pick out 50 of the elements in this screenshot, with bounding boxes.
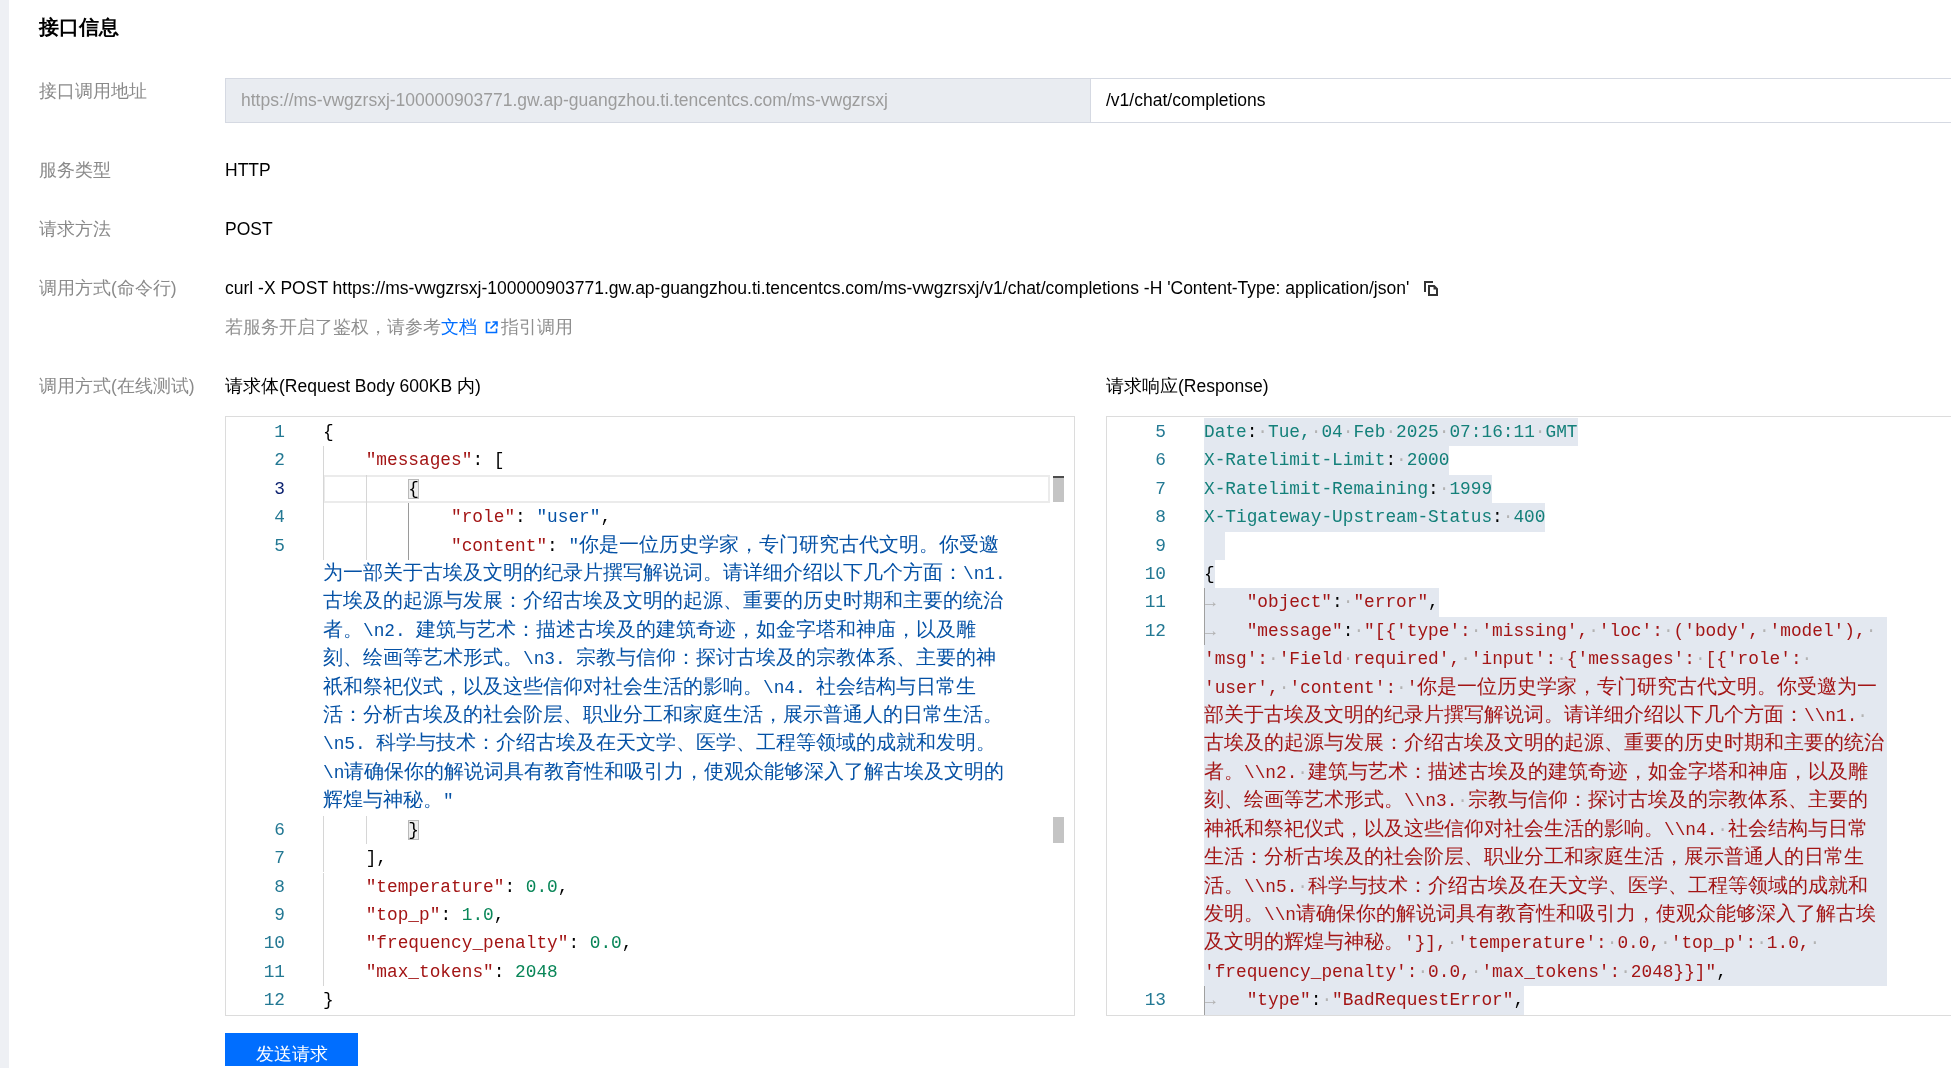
section-title: 接口信息 — [39, 16, 119, 38]
line-number: 3 — [274, 478, 285, 499]
line-number: 12 — [1144, 620, 1166, 641]
code-line: "max_tokens": 2048 — [365, 960, 558, 984]
line-number: 6 — [1155, 450, 1166, 471]
code-line: ], — [365, 847, 387, 871]
field-label: 调用方式(在线测试) — [39, 376, 195, 396]
field-label: 请求方法 — [39, 219, 111, 239]
send-request-button[interactable]: 发送请求 — [225, 1033, 358, 1066]
line-number: 12 — [263, 990, 285, 1011]
code-line: { — [323, 421, 334, 444]
copy-icon[interactable] — [1423, 279, 1440, 297]
code-line: "temperature": 0.0, — [365, 875, 569, 899]
external-link-icon[interactable] — [485, 321, 498, 334]
line-number: 8 — [1155, 507, 1166, 528]
code-line: "content": "你是一位历史学家，专门研究古代文明。你受邀为一部关于古埃及文明的纪录片撰写解说词。请详细介绍以下几个方面：\n1. 古埃及的起源与发展：介绍古埃及文明的起源、重要的历史时期和主要的统治者。\n2. 建筑与艺术：描述古埃及的建筑奇迹，如金字塔和神庙，以及雕刻、绘画等艺术形式。\n3. 宗教与信仰：探讨古埃及的宗教体系、主要的神祇和祭祀仪式，以及这些信仰对社会生活的影响。\n4. 社会结构与日常生活：分析古埃及的社会阶层、职业分工和家庭生活，展示普通人的日常生活。\n5. 科学与技术：介绍古埃及在天文学、医学、工程等领域的成就和发明。\n请确保你的解说词具有教育性和吸引力，使观众能够深入了解古埃及文明的辉煌与神秘。" — [323, 531, 1006, 814]
line-number: 8 — [274, 876, 285, 897]
docs-link[interactable]: 文档 — [441, 317, 477, 337]
path-field[interactable]: /v1/chat/completions — [1091, 78, 1951, 123]
line-number: 9 — [274, 904, 285, 925]
request-body-editor[interactable] — [225, 416, 1075, 1016]
field-value: HTTP — [225, 159, 271, 182]
line-number: 6 — [274, 819, 285, 840]
response-title: 请求响应(Response) — [1106, 375, 1269, 398]
line-number: 10 — [1144, 564, 1166, 585]
line-number: 11 — [1144, 592, 1166, 613]
line-number: 7 — [1155, 478, 1166, 499]
line-number: 11 — [263, 961, 285, 982]
base-url-field: https://ms-vwgzrsxj-100000903771.gw.ap-guangzhou.ti.tencentcs.com/ms-vwgzrsxj — [225, 78, 1091, 123]
field-label: 接口调用地址 — [39, 81, 147, 101]
field-value: POST — [225, 218, 273, 241]
line-number: 7 — [274, 848, 285, 869]
line-number: 13 — [1144, 990, 1166, 1011]
auth-hint: 若服务开启了鉴权，请参考文档 指引调用 — [225, 316, 573, 339]
line-number: 9 — [1155, 535, 1166, 556]
code-line: "messages": [ — [365, 449, 505, 473]
line-number: 5 — [1155, 422, 1166, 442]
code-line: } — [323, 989, 334, 1013]
code-line: "role": "user", — [451, 506, 612, 530]
line-number: 1 — [274, 422, 285, 442]
line-number: 4 — [274, 507, 285, 528]
line-number: 2 — [274, 450, 285, 471]
request-body-title: 请求体(Request Body 600KB 内) — [225, 375, 481, 398]
code-line: "frequency_penalty": 0.0, — [365, 932, 633, 956]
line-number: 5 — [274, 535, 285, 556]
field-label: 服务类型 — [39, 160, 111, 180]
field-label: 调用方式(命令行) — [39, 278, 177, 298]
code-line: "top_p": 1.0, — [365, 903, 505, 927]
curl-command: curl -X POST https://ms-vwgzrsxj-100000903771.gw.ap-guangzhou.ti.tencentcs.com/ms-vwgzrsxj/v1/chat/completions -H 'Content-Type: application/json' — [225, 277, 1410, 300]
line-number: 10 — [263, 933, 285, 954]
